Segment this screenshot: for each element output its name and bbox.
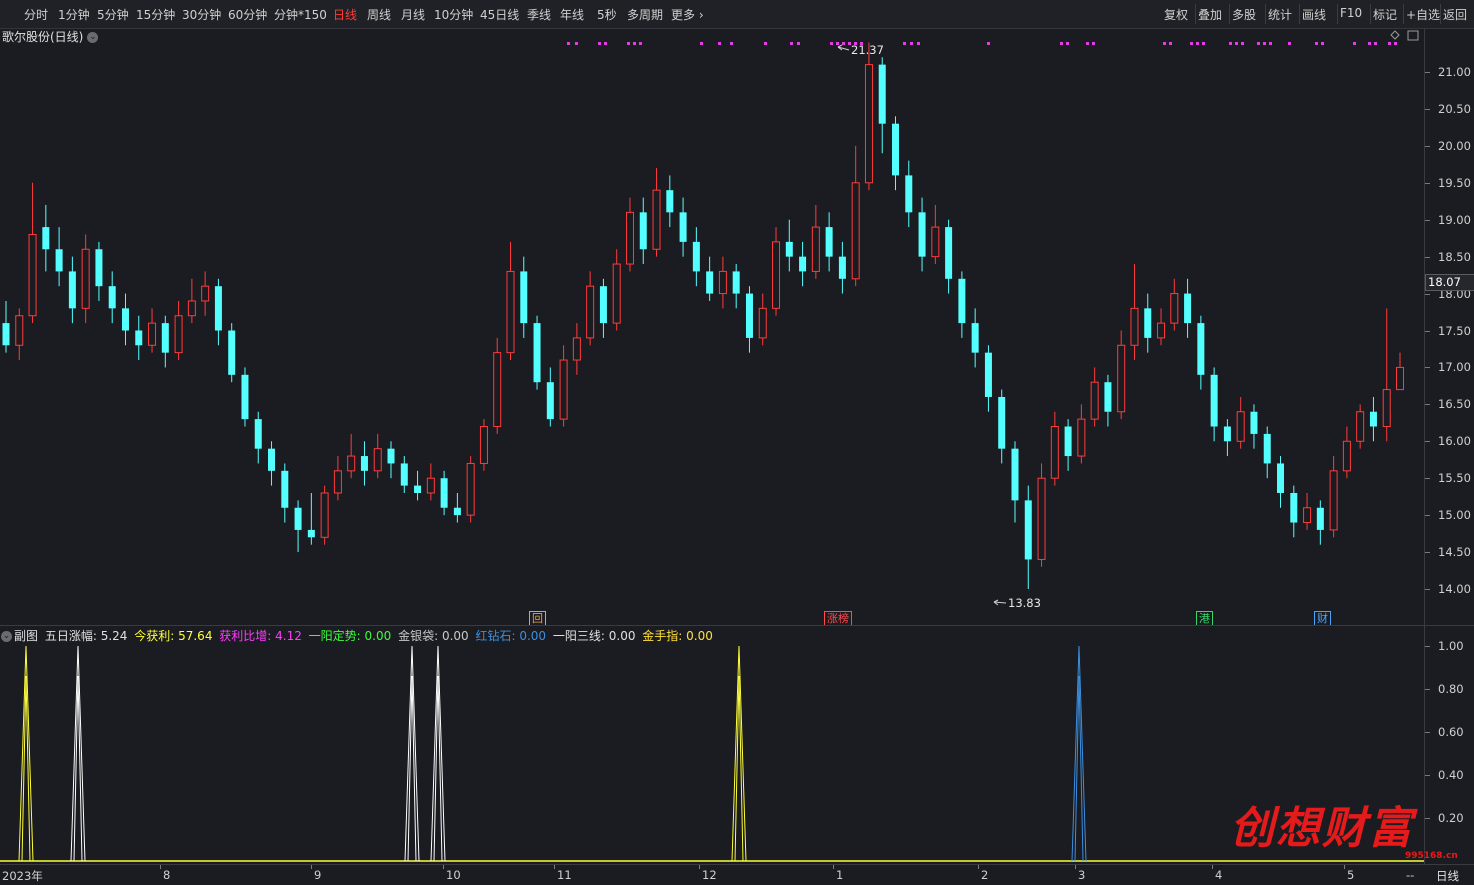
subchart-tick-mark bbox=[1425, 646, 1430, 647]
price-tick-mark bbox=[1425, 404, 1430, 406]
price-tick-mark bbox=[1425, 145, 1430, 147]
price-tick-mark bbox=[1425, 293, 1430, 295]
price-tick-label: 20.00 bbox=[1438, 138, 1471, 153]
indicator-3: 一阳定势: 0.00 bbox=[304, 629, 392, 643]
subchart-tick-mark bbox=[1425, 775, 1430, 776]
date-label: 8 bbox=[163, 868, 171, 882]
hilo-pointers bbox=[837, 44, 1007, 606]
date-label: 5 bbox=[1347, 868, 1355, 882]
subchart-label[interactable]: 副图 bbox=[14, 629, 38, 643]
price-tick-label: 14.00 bbox=[1438, 582, 1471, 596]
price-tick-label: 19.00 bbox=[1438, 212, 1471, 227]
price-tick-label: 20.50 bbox=[1438, 101, 1471, 116]
date-tick bbox=[160, 865, 161, 869]
date-tick bbox=[443, 865, 444, 869]
price-tick-label: 16.50 bbox=[1438, 397, 1471, 412]
chevron-down-icon[interactable]: ⌄ bbox=[1, 631, 12, 642]
toolbar-button-8[interactable]: 返回 bbox=[1443, 6, 1467, 23]
date-tick bbox=[1212, 865, 1213, 869]
scroll-indicator[interactable]: -- bbox=[1406, 868, 1414, 882]
price-tick-mark bbox=[1425, 182, 1430, 184]
date-label: 9 bbox=[314, 868, 322, 882]
subchart-tick-label: 1.00 bbox=[1438, 639, 1464, 653]
price-tick-mark bbox=[1425, 478, 1430, 480]
indicator-1: 今获利: 57.64 bbox=[130, 629, 213, 643]
price-tick-label: 18.50 bbox=[1438, 249, 1471, 264]
price-tick-mark bbox=[1425, 552, 1430, 554]
date-label: 11 bbox=[557, 868, 572, 882]
date-axis-bar bbox=[0, 864, 1474, 885]
price-tick-label: 15.00 bbox=[1438, 508, 1471, 523]
date-tick bbox=[1075, 865, 1076, 869]
period-label[interactable]: 日线 bbox=[1436, 868, 1459, 884]
price-tick-label: 15.50 bbox=[1438, 471, 1471, 486]
indicator-chart[interactable] bbox=[0, 642, 1424, 864]
price-tick-mark bbox=[1425, 219, 1430, 221]
subchart-tick-label: 0.20 bbox=[1438, 811, 1464, 825]
subchart-tick-label: 0.40 bbox=[1438, 768, 1464, 782]
price-tick-label: 21.00 bbox=[1438, 65, 1471, 79]
subchart-tick-label: 0.80 bbox=[1438, 682, 1464, 696]
indicator-4: 金银袋: 0.00 bbox=[394, 629, 469, 643]
indicator-0: 五日涨幅: 5.24 bbox=[41, 629, 128, 643]
date-label: 2 bbox=[981, 868, 989, 882]
subchart-tick-mark bbox=[1425, 818, 1430, 819]
indicator-7: 金手指: 0.00 bbox=[638, 629, 713, 643]
date-label: 12 bbox=[702, 868, 717, 882]
indicator-5: 红钻石: 0.00 bbox=[471, 629, 547, 643]
watermark-url: 995168.cn bbox=[1405, 851, 1458, 861]
price-tick-mark bbox=[1425, 515, 1430, 517]
date-tick bbox=[833, 865, 834, 869]
price-tick-mark bbox=[1425, 108, 1430, 110]
subchart-tick-mark bbox=[1425, 732, 1430, 733]
date-tick bbox=[699, 865, 700, 869]
price-tick-label: 17.00 bbox=[1438, 360, 1471, 375]
date-label: 1 bbox=[836, 868, 844, 882]
date-label: 4 bbox=[1215, 868, 1223, 882]
watermark-logo: 创想财富 bbox=[1230, 803, 1414, 854]
indicator-2: 获利比增: 4.12 bbox=[215, 629, 302, 643]
indicator-spike-inner bbox=[1074, 675, 1084, 862]
indicator-spike-inner bbox=[734, 675, 744, 862]
toolbar-separator bbox=[1440, 4, 1441, 24]
price-tick-label: 19.50 bbox=[1438, 175, 1471, 190]
price-tick-mark bbox=[1425, 256, 1430, 258]
current-price-tag: 18.07 bbox=[1425, 274, 1474, 291]
price-tick-label: 14.50 bbox=[1438, 545, 1471, 560]
event-marker-3[interactable]: 财 bbox=[1314, 611, 1331, 626]
event-marker-0[interactable]: 回 bbox=[529, 611, 546, 626]
price-axis-line bbox=[1424, 28, 1425, 864]
price-tick-mark bbox=[1425, 367, 1430, 369]
price-tick-mark bbox=[1425, 330, 1430, 332]
date-tick bbox=[554, 865, 555, 869]
date-label: 2023年 bbox=[2, 869, 43, 883]
date-label: 3 bbox=[1078, 868, 1086, 882]
date-tick bbox=[1344, 865, 1345, 869]
event-marker-2[interactable]: 港 bbox=[1196, 611, 1213, 626]
date-tick bbox=[311, 865, 312, 869]
price-tick-label: 17.50 bbox=[1438, 323, 1471, 338]
date-label: 10 bbox=[446, 868, 461, 882]
price-tick-mark bbox=[1425, 72, 1430, 73]
price-tick-mark bbox=[1425, 589, 1430, 590]
indicator-6: 一阳三线: 0.00 bbox=[549, 629, 636, 643]
subchart-tick-mark bbox=[1425, 689, 1430, 690]
indicator-spike-inner bbox=[433, 675, 443, 862]
date-tick bbox=[978, 865, 979, 869]
pane-divider bbox=[0, 625, 1474, 626]
price-tick-mark bbox=[1425, 441, 1430, 443]
price-tick-label: 16.00 bbox=[1438, 434, 1471, 449]
indicator-spike-inner bbox=[407, 675, 417, 862]
indicator-values: 五日涨幅: 5.24 今获利: 57.64 获利比增: 4.12 一阳定势: 0… bbox=[41, 629, 716, 643]
indicator-spike-inner bbox=[21, 675, 31, 862]
indicator-spike-inner bbox=[73, 675, 83, 862]
subchart-tick-label: 0.60 bbox=[1438, 725, 1464, 739]
event-marker-1[interactable]: 涨榜 bbox=[824, 611, 852, 626]
